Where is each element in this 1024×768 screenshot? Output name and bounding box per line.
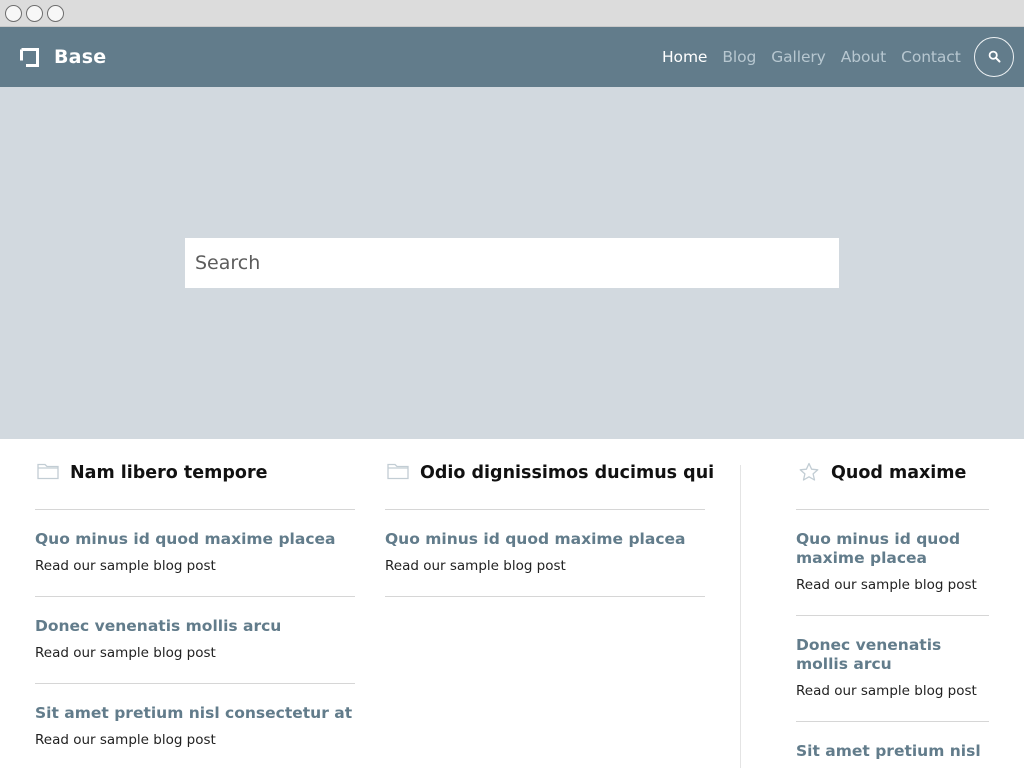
post-title-link[interactable]: Donec venenatis mollis arcu — [796, 636, 989, 674]
nav-about[interactable]: About — [841, 48, 886, 66]
post-item: Sit amet pretium nisl — [796, 722, 989, 768]
window-titlebar — [0, 0, 1024, 27]
star-icon — [798, 462, 820, 481]
category-column-2: Odio dignissimos ducimus qui Quo minus i… — [385, 439, 714, 597]
post-title-link[interactable]: Sit amet pretium nisl consectetur at — [35, 704, 355, 723]
column-title: Odio dignissimos ducimus qui — [420, 463, 715, 483]
nav-blog[interactable]: Blog — [722, 48, 756, 66]
hero-search-input[interactable] — [185, 238, 839, 288]
search-icon — [988, 48, 1001, 67]
column-header: Quod maxime — [796, 439, 989, 510]
column-title: Nam libero tempore — [70, 463, 268, 483]
site-header: Base Home Blog Gallery About Contact — [0, 27, 1024, 87]
post-excerpt: Read our sample blog post — [35, 645, 216, 661]
post-excerpt: Read our sample blog post — [796, 577, 977, 593]
folder-icon — [37, 462, 59, 480]
window-minimize-button[interactable] — [26, 5, 43, 22]
post-excerpt: Read our sample blog post — [35, 732, 216, 748]
post-item: Quo minus id quod maxime placea Read our… — [35, 510, 355, 597]
post-excerpt: Read our sample blog post — [35, 558, 216, 574]
brand-logo-link[interactable]: Base — [20, 46, 106, 68]
column-header: Odio dignissimos ducimus qui — [385, 439, 714, 510]
window-maximize-button[interactable] — [47, 5, 64, 22]
column-divider — [740, 465, 741, 768]
post-excerpt: Read our sample blog post — [385, 558, 566, 574]
hero-section — [0, 87, 1024, 439]
brand-logo-icon — [20, 47, 39, 67]
category-column-1: Nam libero tempore Quo minus id quod max… — [35, 439, 355, 768]
post-item: Quo minus id quod maxime placea Read our… — [385, 510, 705, 597]
post-title-link[interactable]: Sit amet pretium nisl — [796, 742, 989, 761]
nav-gallery[interactable]: Gallery — [771, 48, 826, 66]
column-title: Quod maxime — [831, 463, 967, 483]
post-title-link[interactable]: Quo minus id quod maxime placea — [796, 530, 989, 568]
main-nav: Home Blog Gallery About Contact — [662, 27, 976, 87]
nav-home[interactable]: Home — [662, 48, 707, 66]
post-item: Donec venenatis mollis arcu Read our sam… — [35, 597, 355, 684]
post-title-link[interactable]: Quo minus id quod maxime placea — [35, 530, 355, 549]
post-item: Quo minus id quod maxime placea Read our… — [796, 510, 989, 616]
post-item: Sit amet pretium nisl consectetur at Rea… — [35, 684, 355, 768]
post-title-link[interactable]: Donec venenatis mollis arcu — [35, 617, 355, 636]
post-title-link[interactable]: Quo minus id quod maxime placea — [385, 530, 705, 549]
brand-name: Base — [54, 46, 107, 68]
nav-contact[interactable]: Contact — [901, 48, 961, 66]
window-close-button[interactable] — [5, 5, 22, 22]
column-header: Nam libero tempore — [35, 439, 355, 510]
folder-icon — [387, 462, 409, 480]
post-excerpt: Read our sample blog post — [796, 683, 977, 699]
post-item: Donec venenatis mollis arcu Read our sam… — [796, 616, 989, 722]
category-column-3: Quod maxime Quo minus id quod maxime pla… — [796, 439, 989, 768]
header-search-button[interactable] — [974, 37, 1014, 77]
